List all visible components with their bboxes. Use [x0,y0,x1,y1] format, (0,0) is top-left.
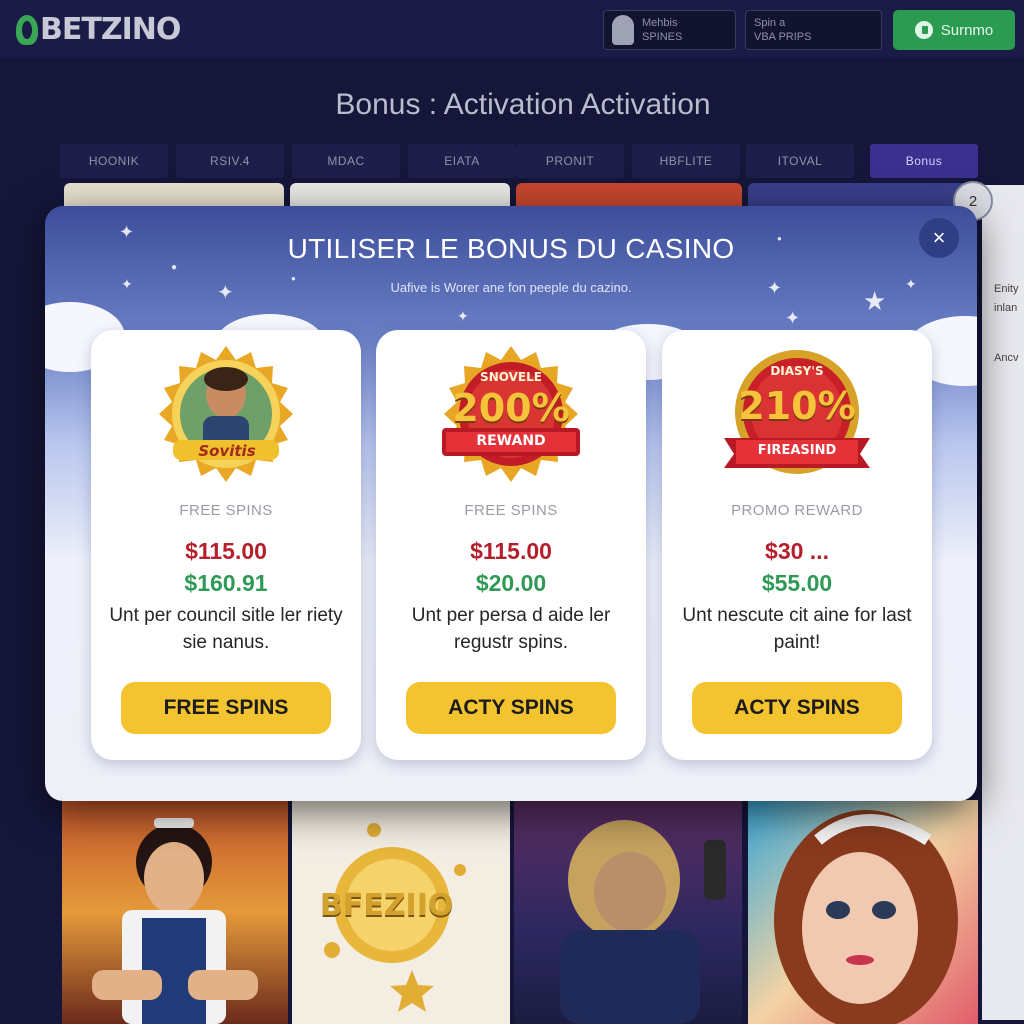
tab-category-3[interactable]: MDAC [292,144,400,178]
spin-box-line2: VBA PRIPS [754,31,812,43]
card-description: Unt nescute cit aine for last paint! [682,605,912,653]
close-button[interactable]: × [919,218,959,258]
game-tile-label: BFEZIIO [320,888,454,923]
free-spins-button[interactable]: FREE SPINS [121,682,331,734]
card-amount-green: $55.00 [761,570,833,596]
card-amount-red: $115.00 [470,538,552,564]
close-icon: × [932,225,946,250]
tab-category-1[interactable]: HOONIK [60,144,168,178]
lock-icon [914,21,933,39]
bonus-modal: ✦ ● ✦ ✦ ● ✦ ✦ ★ ✦ ✦ ● UTILISER LE BONUS … [45,206,977,801]
tab-bonus[interactable]: Bonus [870,144,978,178]
side-text: inlan [994,302,1018,314]
tab-category-7[interactable]: ITOVAL [746,144,854,178]
logo-icon [16,14,38,45]
badge-main-text: 200% [452,386,570,430]
star-icon: ✦ [457,308,469,324]
betzino-logo[interactable]: BETZINO [16,12,181,47]
card-type: FREE SPINS [464,502,558,519]
bonus-card-free-spins: Sovitis FREE SPINS $115.00 $160.91 Unt p… [91,330,361,760]
portrait-sun-badge-icon [159,346,293,482]
modal-subtitle: Uafive is Worer ane fon peeple du cazino… [390,280,632,295]
character-illustration [92,818,258,1024]
card-type: FREE SPINS [179,502,273,519]
bonus-badge: DIASY'S 210% FIREASIND [722,344,872,484]
tab-category-5[interactable]: PRONIT [516,144,624,178]
dwarf-character-illustration [560,820,726,1024]
badge-ribbon-text: Sovitis [198,442,256,460]
badge-top-text: SNOVELE [480,370,542,384]
top-header: BETZINO Mehbis SPINES Spin a VBA PRIPS S… [0,0,1024,58]
account-box[interactable]: Mehbis SPINES [603,10,736,50]
bonus-card-200: SNOVELE 200% REWAND FREE SPINS $115.00 $… [376,330,646,760]
modal-title: UTILISER LE BONUS DU CASINO [287,233,735,264]
signin-label: Surnmo [940,21,994,39]
star-icon: ✦ [785,308,801,328]
spin-box-line1: Spin a [754,17,786,29]
card-description: Unt per council sitle ler riety sie nanu… [109,605,343,653]
avatar-icon [612,15,634,45]
card-amount-green: $160.91 [184,570,268,596]
card-type: PROMO REWARD [731,502,863,519]
account-box-line1: Mehbis [642,17,678,29]
card-amount-green: $20.00 [475,570,547,596]
card-description: Unt per persa d aide ler regustr spins. [411,605,611,653]
game-tile[interactable] [748,800,978,1024]
tab-category-4[interactable]: EIATA [408,144,516,178]
side-text: Enity [994,283,1019,295]
badge-ribbon-text: FIREASIND [757,443,837,458]
card-amount-red: $115.00 [185,538,267,564]
page-title: Bonus : Activation Activation [335,88,711,121]
girl-character-illustration [774,810,958,1024]
badge-main-text: 210% [738,384,856,428]
badge-top-text: DIASY'S [770,364,824,378]
bonus-badge: SNOVELE 200% REWAND [436,344,586,484]
bonus-card-210: DIASY'S 210% FIREASIND PROMO REWARD $30 … [662,330,932,760]
tab-category-6[interactable]: HBFLITE [632,144,740,178]
logo-text: BETZINO [40,12,181,47]
tab-category-2[interactable]: RSIV.4 [176,144,284,178]
game-tile[interactable] [514,800,742,1024]
category-tabs: HOONIK RSIV.4 MDAC EIATA PRONIT HBFLITE … [60,144,1024,178]
activate-spins-button[interactable]: ACTY SPINS [692,682,902,734]
bonus-badge: Sovitis [151,344,301,484]
side-text: Ancv [994,352,1019,364]
badge-ribbon-text: REWAND [476,433,546,449]
spin-box[interactable]: Spin a VBA PRIPS [745,10,882,50]
activate-spins-button[interactable]: ACTY SPINS [406,682,616,734]
card-amount-red: $30 ... [765,538,829,564]
account-box-line2: SPINES [642,31,683,43]
game-tile[interactable] [62,800,288,1024]
game-tile[interactable]: BFEZIIO [292,800,510,1024]
signin-button[interactable]: Surnmo [893,10,1015,50]
